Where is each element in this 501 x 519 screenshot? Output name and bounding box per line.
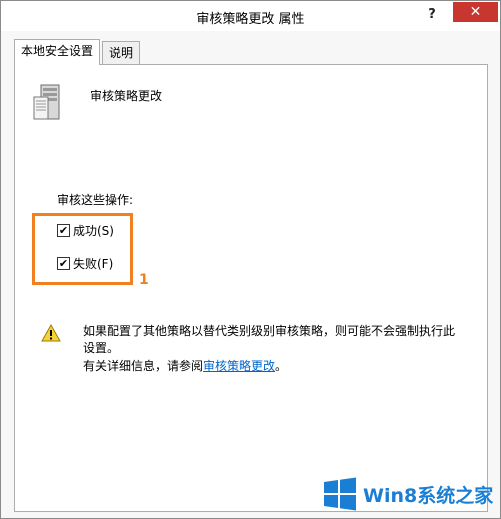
warning-message: 如果配置了其他策略以替代类别级别审核策略，则可能不会强制执行此设置。 [83, 324, 456, 355]
warning-icon [41, 324, 61, 342]
details-prefix: 有关详细信息，请参阅 [83, 359, 204, 373]
failure-checkbox[interactable]: ✔ [57, 257, 70, 270]
details-suffix: 。 [275, 359, 288, 373]
title-bar[interactable]: 审核策略更改 属性 ? ✕ [1, 1, 500, 31]
annotation-number: 1 [139, 272, 149, 288]
close-button[interactable]: ✕ [453, 2, 498, 22]
policy-name: 审核策略更改 [90, 89, 163, 103]
failure-checkbox-label[interactable]: 失败(F) [73, 255, 113, 272]
details-line: 有关详细信息，请参阅审核策略更改。 [83, 357, 287, 374]
tab-explain[interactable]: 说明 [102, 41, 141, 64]
success-checkbox-label[interactable]: 成功(S) [73, 222, 114, 239]
audit-actions-label: 审核这些操作: [57, 193, 134, 207]
watermark-text: Win8系统之家 [363, 485, 494, 507]
properties-dialog: 审核策略更改 属性 ? ✕ 本地安全设置 说明 审核策略更改 审核这些操作: ✔… [0, 0, 501, 519]
tab-panel: 审核策略更改 审核这些操作: ✔ 成功(S) ✔ 失败(F) 1 如果配置了其他… [14, 64, 488, 512]
server-icon [33, 84, 60, 120]
tab-local-security-setting[interactable]: 本地安全设置 [14, 39, 101, 65]
success-checkbox[interactable]: ✔ [57, 224, 70, 237]
help-button[interactable]: ? [418, 4, 446, 26]
windows-logo-icon [324, 477, 356, 511]
watermark: Win8系统之家 [323, 473, 495, 513]
audit-policy-change-link[interactable]: 审核策略更改 [203, 359, 275, 373]
